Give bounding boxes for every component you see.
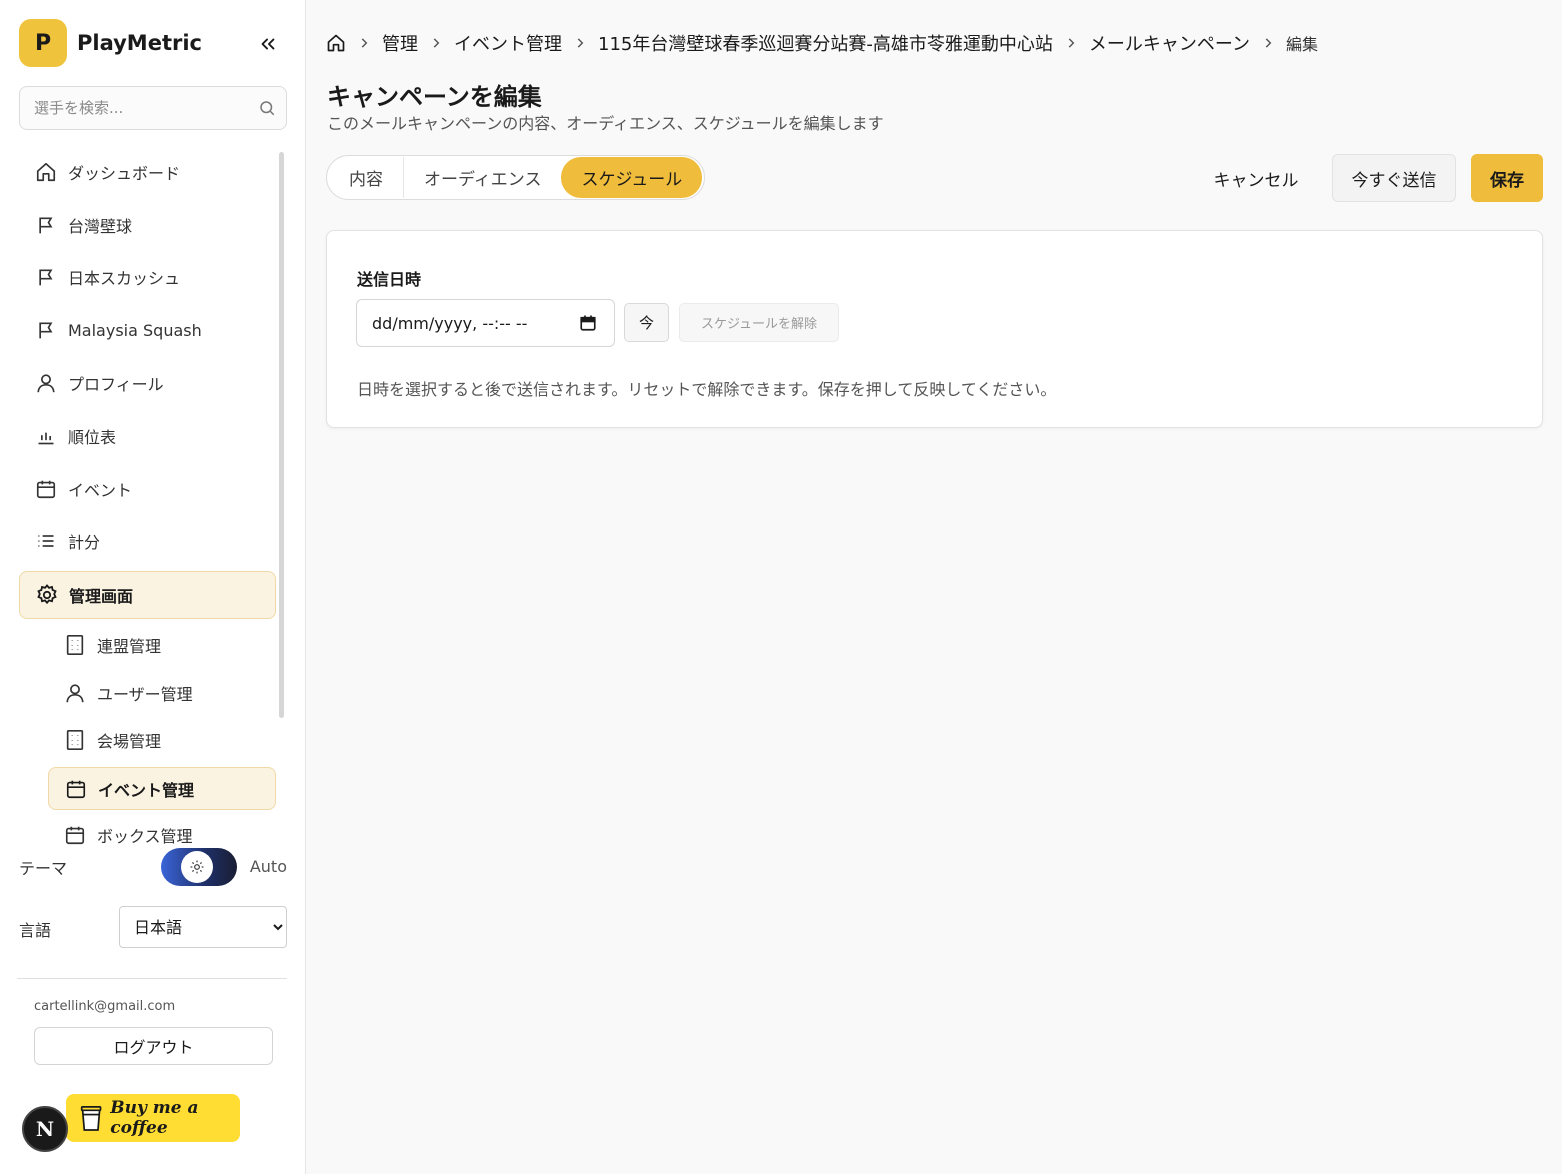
buy-me-a-coffee-button[interactable]: Buy me a coffee — [66, 1094, 240, 1142]
sidebar-item-label: イベント — [68, 481, 133, 500]
schedule-card: 送信日時 dd/mm/yyyy, --:-- -- 今 スケジュールを解除 日時… — [326, 230, 1543, 428]
brand-name: PlayMetric — [77, 31, 202, 55]
theme-label: テーマ — [19, 859, 68, 878]
sidebar-scrollbar[interactable] — [279, 152, 284, 718]
sidebar-item-malaysia-squash[interactable]: Malaysia Squash — [19, 306, 276, 354]
sidebar-item-taiwan-squash[interactable]: 台灣壁球 — [19, 201, 276, 249]
calendar-icon — [64, 777, 88, 801]
coffee-label: Buy me a coffee — [110, 1098, 199, 1138]
breadcrumb-admin[interactable]: 管理 — [382, 30, 418, 56]
building-icon — [63, 728, 87, 752]
sidebar: P PlayMetric ダッシュボード 台灣壁球 日本スカッシュ Malays… — [0, 0, 306, 1174]
page-subtitle: このメールキャンペーンの内容、オーディエンス、スケジュールを編集します — [327, 114, 884, 133]
collapse-sidebar-button[interactable] — [254, 30, 282, 58]
sidebar-item-label: イベント管理 — [98, 780, 195, 800]
calendar-icon[interactable] — [579, 314, 597, 332]
home-icon — [34, 160, 58, 184]
sidebar-item-admin[interactable]: 管理画面 — [19, 571, 276, 619]
sidebar-item-label: 計分 — [68, 533, 101, 552]
language-row: 言語 日本語 — [19, 906, 287, 948]
breadcrumb: 管理 イベント管理 115年台灣壁球春季巡迴賽分站賽-高雄市苓雅運動中心站 メー… — [326, 30, 1318, 56]
chevrons-left-icon — [261, 38, 275, 50]
player-search — [19, 86, 287, 130]
search-icon — [260, 101, 275, 116]
clear-schedule-button[interactable]: スケジュールを解除 — [679, 303, 839, 342]
user-icon — [34, 371, 58, 395]
sidebar-item-label: 順位表 — [68, 428, 117, 447]
chevron-right-icon — [1261, 36, 1275, 50]
save-button[interactable]: 保存 — [1471, 154, 1543, 202]
flag-icon — [34, 213, 58, 237]
sidebar-item-label: 会場管理 — [97, 732, 162, 751]
chevron-right-icon — [357, 36, 371, 50]
tab-schedule[interactable]: スケジュール — [561, 157, 703, 198]
language-label: 言語 — [19, 921, 52, 940]
sidebar-item-label: ユーザー管理 — [97, 685, 193, 704]
sidebar-item-label: Malaysia Squash — [68, 320, 202, 340]
page-title: キャンペーンを編集 — [327, 83, 542, 111]
user-email: cartellink@gmail.com — [34, 999, 176, 1014]
theme-row: テーマ Auto — [19, 846, 287, 888]
schedule-help-text: 日時を選択すると後で送信されます。リセットで解除できます。保存を押して反映してく… — [357, 380, 1057, 399]
brand[interactable]: P PlayMetric — [19, 19, 202, 67]
sidebar-subitem-federation-admin[interactable]: 連盟管理 — [48, 621, 276, 669]
sidebar-item-label: 日本スカッシュ — [68, 269, 181, 288]
campaign-tabs: 内容 オーディエンス スケジュール — [326, 155, 706, 200]
coffee-cup-icon — [80, 1106, 102, 1131]
gear-icon — [35, 583, 59, 607]
home-icon[interactable] — [326, 33, 346, 53]
sidebar-item-japan-squash[interactable]: 日本スカッシュ — [19, 253, 276, 301]
sidebar-item-label: 連盟管理 — [97, 637, 162, 656]
now-button[interactable]: 今 — [624, 303, 669, 342]
flag-icon — [34, 265, 58, 289]
send-datetime-label: 送信日時 — [357, 270, 422, 289]
sidebar-item-label: プロフィール — [68, 375, 164, 394]
sidebar-item-label: 台灣壁球 — [68, 217, 133, 236]
sidebar-item-label: ダッシュボード — [68, 164, 181, 183]
theme-toggle[interactable] — [161, 848, 237, 886]
breadcrumb-current: 編集 — [1285, 35, 1318, 54]
breadcrumb-event-admin[interactable]: イベント管理 — [454, 30, 562, 56]
building-icon — [63, 633, 87, 657]
user-icon — [63, 681, 87, 705]
sidebar-divider — [17, 978, 287, 979]
calendar-icon — [34, 477, 58, 501]
cancel-button[interactable]: キャンセル — [1198, 154, 1314, 202]
sidebar-subitem-event-admin[interactable]: イベント管理 — [48, 767, 276, 810]
language-select[interactable]: 日本語 — [119, 906, 287, 948]
sidebar-subitem-user-admin[interactable]: ユーザー管理 — [48, 669, 276, 717]
send-datetime-input[interactable]: dd/mm/yyyy, --:-- -- — [356, 299, 615, 347]
datetime-value: dd/mm/yyyy, --:-- -- — [372, 314, 528, 333]
nextjs-badge[interactable]: N — [22, 1106, 68, 1152]
chevron-right-icon — [1064, 36, 1078, 50]
send-now-button[interactable]: 今すぐ送信 — [1332, 154, 1456, 202]
sidebar-item-label: 管理画面 — [69, 587, 134, 606]
tab-content[interactable]: 内容 — [329, 157, 404, 198]
sidebar-item-label: ボックス管理 — [97, 827, 193, 846]
sidebar-item-dashboard[interactable]: ダッシュボード — [19, 148, 276, 196]
chevron-right-icon — [429, 36, 443, 50]
chevron-right-icon — [573, 36, 587, 50]
sidebar-item-profile[interactable]: プロフィール — [19, 359, 276, 407]
sidebar-subitem-venue-admin[interactable]: 会場管理 — [48, 716, 276, 764]
calendar-icon — [63, 823, 87, 847]
breadcrumb-event[interactable]: 115年台灣壁球春季巡迴賽分站賽-高雄市苓雅運動中心站 — [598, 30, 1053, 56]
breadcrumb-email-campaigns[interactable]: メールキャンペーン — [1089, 30, 1250, 56]
brand-logo: P — [19, 19, 67, 67]
flag-icon — [34, 318, 58, 342]
bar-chart-icon — [34, 424, 58, 448]
sidebar-item-rankings[interactable]: 順位表 — [19, 412, 276, 460]
list-icon — [34, 529, 58, 553]
theme-mode: Auto — [249, 857, 287, 876]
sidebar-item-events[interactable]: イベント — [19, 465, 276, 513]
sidebar-item-scoring[interactable]: 計分 — [19, 517, 276, 565]
sun-icon — [181, 851, 213, 883]
logout-button[interactable]: ログアウト — [34, 1027, 273, 1065]
tab-audience[interactable]: オーディエンス — [404, 157, 561, 198]
search-input[interactable] — [34, 87, 254, 129]
